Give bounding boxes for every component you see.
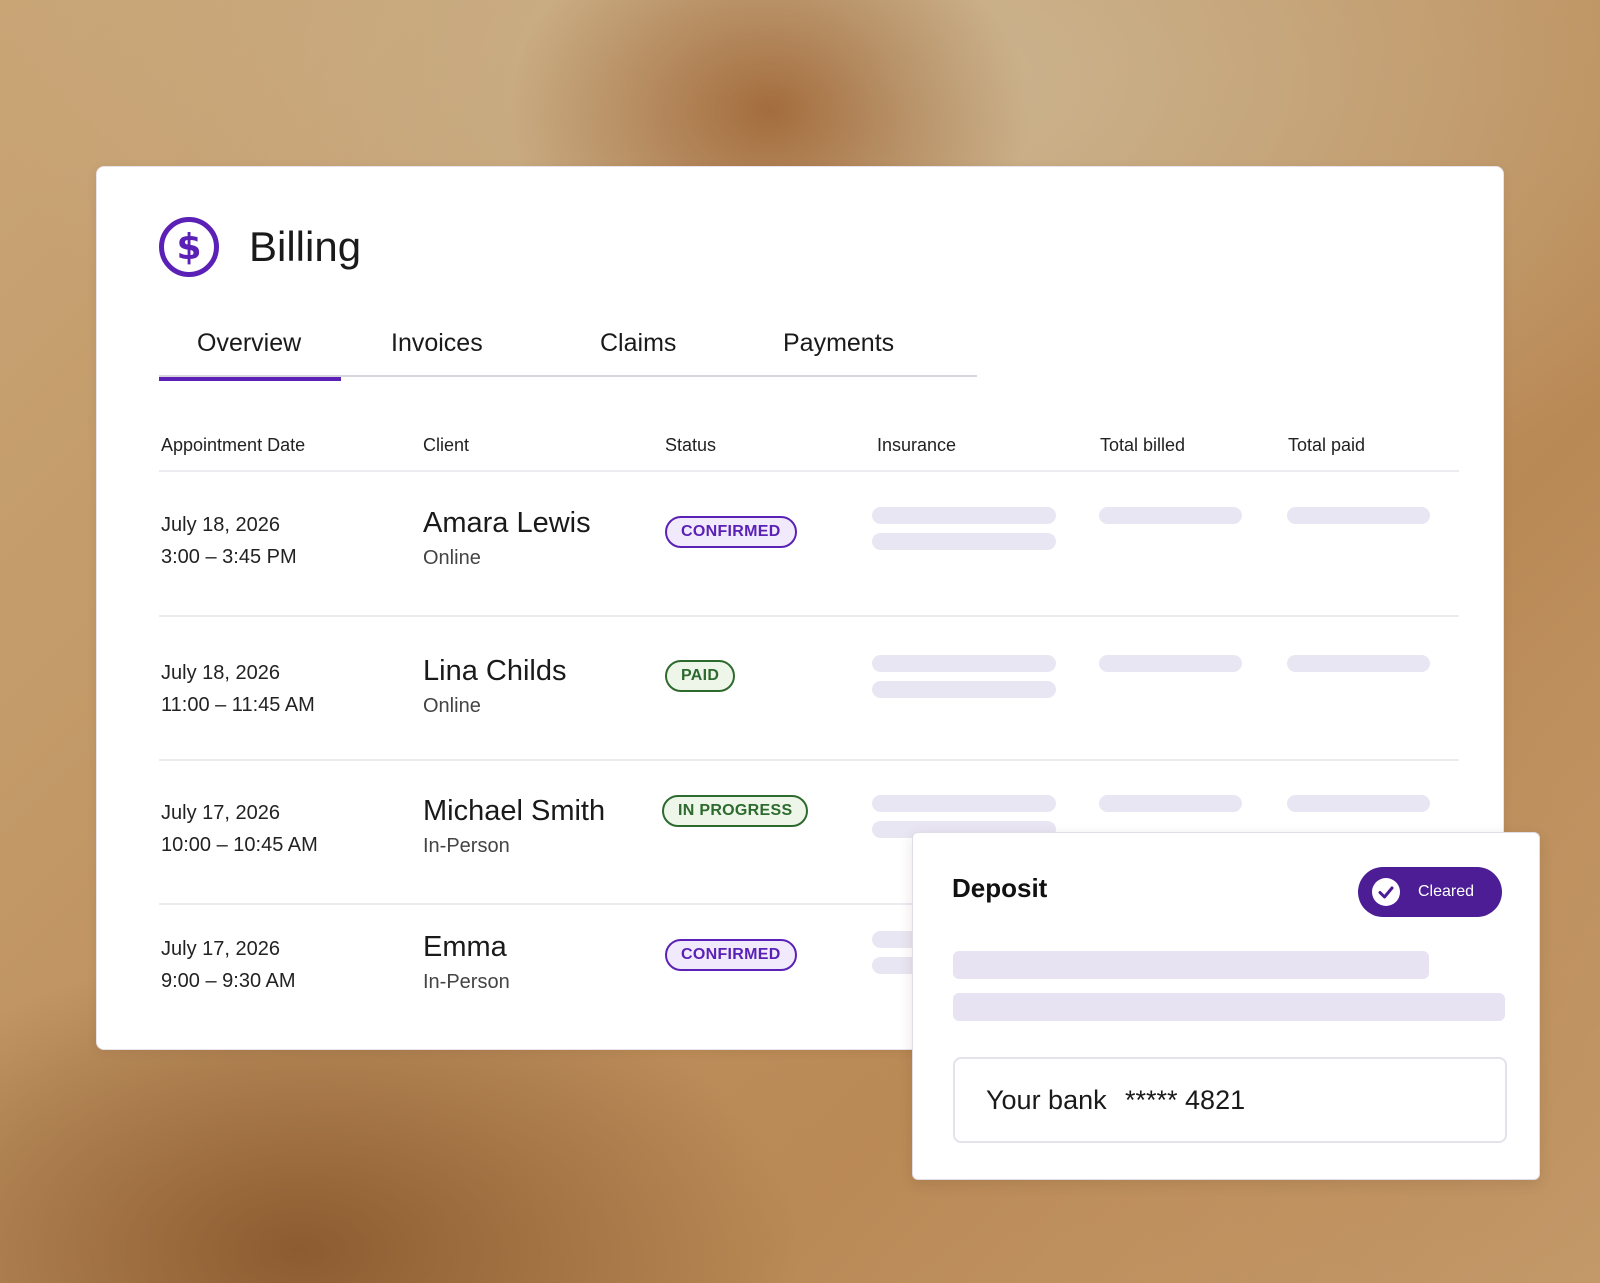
deposit-card: Deposit Cleared Your bank ***** 4821 [912,832,1540,1180]
appointment-date: July 18, 2026 [161,514,280,536]
total-billed-placeholder [1099,507,1242,524]
deposit-placeholder [953,993,1505,1021]
tab-claims[interactable]: Claims [600,329,676,358]
header-divider [159,470,1459,472]
tab-overview[interactable]: Overview [158,329,342,381]
column-header-client[interactable]: Client [423,435,469,456]
table-row[interactable]: July 18, 2026 11:00 – 11:45 AM Lina Chil… [97,655,1503,795]
session-type: In-Person [423,835,510,857]
check-icon [1372,878,1400,906]
insurance-placeholder [872,795,1056,812]
appointment-date: July 17, 2026 [161,802,280,824]
insurance-placeholder [872,533,1056,550]
tab-invoices[interactable]: Invoices [391,329,483,358]
column-header-insurance[interactable]: Insurance [877,435,956,456]
session-type: Online [423,695,481,717]
page-title: Billing [249,223,362,270]
row-divider [159,759,1459,761]
cleared-label: Cleared [1418,883,1475,900]
bank-label: Your bank [986,1085,1107,1115]
cleared-status-pill[interactable]: Cleared [1358,867,1502,917]
insurance-placeholder [872,655,1056,672]
total-billed-placeholder [1099,795,1242,812]
dollar-circle-icon: $ [159,217,219,277]
insurance-placeholder [872,681,1056,698]
total-paid-placeholder [1287,507,1430,524]
row-divider [159,615,1459,617]
appointment-time: 9:00 – 9:30 AM [161,970,296,992]
billing-header: $ Billing [159,217,361,277]
masked-account-number: ***** 4821 [1125,1085,1246,1115]
appointment-date: July 18, 2026 [161,662,280,684]
column-header-status[interactable]: Status [665,435,716,456]
status-badge: PAID [665,660,736,692]
deposit-title: Deposit [952,873,1048,903]
column-header-appointment-date[interactable]: Appointment Date [161,435,305,456]
client-name[interactable]: Lina Childs [423,655,566,688]
client-name[interactable]: Amara Lewis [423,507,591,540]
client-name[interactable]: Emma [423,931,507,964]
total-paid-placeholder [1287,655,1430,672]
table-row[interactable]: July 18, 2026 3:00 – 3:45 PM Amara Lewis… [97,507,1503,647]
appointment-time: 3:00 – 3:45 PM [161,546,297,568]
client-name[interactable]: Michael Smith [423,795,605,828]
tab-payments[interactable]: Payments [783,329,894,358]
column-header-total-billed[interactable]: Total billed [1100,435,1185,456]
tab-bar: Overview Invoices Claims Payments [158,325,977,381]
status-badge: CONFIRMED [665,516,797,548]
appointment-time: 11:00 – 11:45 AM [161,694,315,716]
appointment-date: July 17, 2026 [161,938,280,960]
status-badge: IN PROGRESS [662,795,809,827]
appointment-time: 10:00 – 10:45 AM [161,834,318,856]
session-type: In-Person [423,971,510,993]
total-paid-placeholder [1287,795,1430,812]
bank-account-field[interactable]: Your bank ***** 4821 [953,1057,1507,1143]
status-badge: CONFIRMED [665,939,797,971]
session-type: Online [423,547,481,569]
insurance-placeholder [872,507,1056,524]
total-billed-placeholder [1099,655,1242,672]
column-header-total-paid[interactable]: Total paid [1288,435,1365,456]
deposit-placeholder [953,951,1429,979]
